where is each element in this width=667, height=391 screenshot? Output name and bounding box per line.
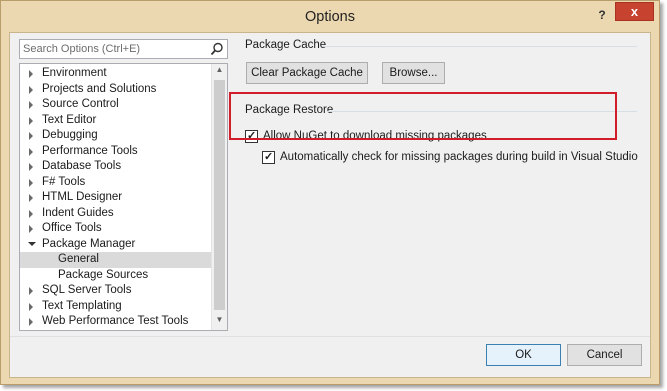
collapsed-arrow-icon[interactable]: [29, 116, 33, 125]
collapsed-arrow-icon[interactable]: [29, 178, 33, 187]
cancel-button[interactable]: Cancel: [567, 344, 642, 366]
expanded-arrow-icon[interactable]: [28, 241, 36, 246]
auto-check-checkbox[interactable]: ✓: [262, 151, 275, 164]
options-tree[interactable]: Web Performance Test Tools Text Templatin…: [19, 63, 228, 331]
collapsed-arrow-icon[interactable]: [29, 302, 33, 311]
help-button[interactable]: ?: [594, 7, 610, 23]
package-cache-heading: Package Cache: [245, 39, 327, 51]
collapsed-arrow-icon[interactable]: [29, 132, 33, 140]
collapsed-arrow-icon[interactable]: [29, 194, 33, 202]
tree-item-label: Debugging: [42, 129, 98, 141]
tree-item[interactable]: HTML Designer: [20, 190, 212, 206]
search-placeholder: Search Options (Ctrl+E): [23, 43, 141, 55]
search-icon[interactable]: [210, 42, 224, 56]
collapsed-arrow-icon[interactable]: [29, 70, 33, 78]
tree-item-label: Indent Guides: [42, 206, 114, 219]
tree-item-label: Text Editor: [42, 113, 97, 126]
tree-item-label: HTML Designer: [42, 191, 123, 203]
tree-item[interactable]: Package Sources: [20, 268, 212, 284]
options-dialog: Options ? x Search Options (Ctrl+E) Web …: [0, 0, 660, 385]
tree-item[interactable]: Web Performance Test Tools: [20, 314, 212, 330]
tree-item-label: Text Templating: [42, 299, 122, 312]
collapsed-arrow-icon[interactable]: [29, 101, 33, 109]
tree-item-label: Projects and Solutions: [42, 82, 157, 95]
close-button[interactable]: x: [615, 2, 654, 21]
tree-item[interactable]: Environment: [20, 66, 212, 82]
auto-check-option[interactable]: ✓ Automatically check for missing packag…: [262, 151, 638, 165]
scroll-up-icon[interactable]: ▲: [212, 65, 227, 79]
collapsed-arrow-icon[interactable]: [29, 163, 33, 171]
tree-scrollbar[interactable]: ▲ ▼: [211, 64, 227, 330]
collapsed-arrow-icon[interactable]: [29, 147, 33, 156]
tree-item[interactable]: Debugging: [20, 128, 212, 144]
tree-item-label: Performance Tools: [42, 144, 138, 157]
tree-item[interactable]: Indent Guides: [20, 206, 212, 222]
tree-item[interactable]: Projects and Solutions: [20, 82, 212, 98]
tree-item-label: Package Sources: [58, 268, 149, 281]
search-input[interactable]: Search Options (Ctrl+E): [19, 39, 228, 59]
tree-item[interactable]: Office Tools: [20, 221, 212, 237]
tree-item-label: Environment: [42, 67, 107, 79]
footer-divider: [10, 336, 650, 337]
annotation-highlight-box: [229, 92, 617, 140]
dialog-title: Options: [305, 9, 355, 25]
collapsed-arrow-icon[interactable]: [29, 318, 33, 326]
tree-item-label: Web Performance Test Tools: [42, 315, 189, 327]
browse-button[interactable]: Browse...: [382, 62, 445, 84]
checkmark-icon: ✓: [264, 151, 274, 163]
tree-item[interactable]: Source Control: [20, 97, 212, 113]
collapsed-arrow-icon[interactable]: [29, 85, 33, 94]
scroll-down-icon[interactable]: ▼: [212, 315, 227, 329]
tree-item[interactable]: Performance Tools: [20, 144, 212, 160]
tree-item[interactable]: General: [20, 252, 212, 268]
collapsed-arrow-icon[interactable]: [29, 287, 33, 295]
tree-item-label: Source Control: [42, 98, 119, 110]
tree-item-label: General: [58, 253, 99, 265]
tree-item-label: Package Manager: [42, 237, 136, 250]
dialog-body: Search Options (Ctrl+E) Web Performance …: [9, 32, 651, 378]
package-cache-divider: [322, 46, 637, 47]
tree-item[interactable]: Text Editor: [20, 113, 212, 129]
tree-item-label: F# Tools: [42, 175, 86, 188]
collapsed-arrow-icon[interactable]: [29, 225, 33, 233]
tree-item-label: SQL Server Tools: [42, 284, 132, 296]
tree-item[interactable]: SQL Server Tools: [20, 283, 212, 299]
scroll-thumb[interactable]: [214, 80, 225, 310]
tree-item[interactable]: Text Templating: [20, 299, 212, 315]
collapsed-arrow-icon[interactable]: [29, 209, 33, 218]
title-bar[interactable]: Options ? x: [1, 1, 659, 32]
tree-item[interactable]: Database Tools: [20, 159, 212, 175]
clear-package-cache-button[interactable]: Clear Package Cache: [246, 62, 368, 84]
tree-item[interactable]: Package Manager: [20, 237, 212, 253]
tree-item-label: Database Tools: [42, 160, 122, 172]
tree-item[interactable]: F# Tools: [20, 175, 212, 191]
tree-item-label: Office Tools: [42, 222, 102, 234]
auto-check-label: Automatically check for missing packages…: [280, 151, 638, 163]
ok-button[interactable]: OK: [486, 344, 561, 366]
